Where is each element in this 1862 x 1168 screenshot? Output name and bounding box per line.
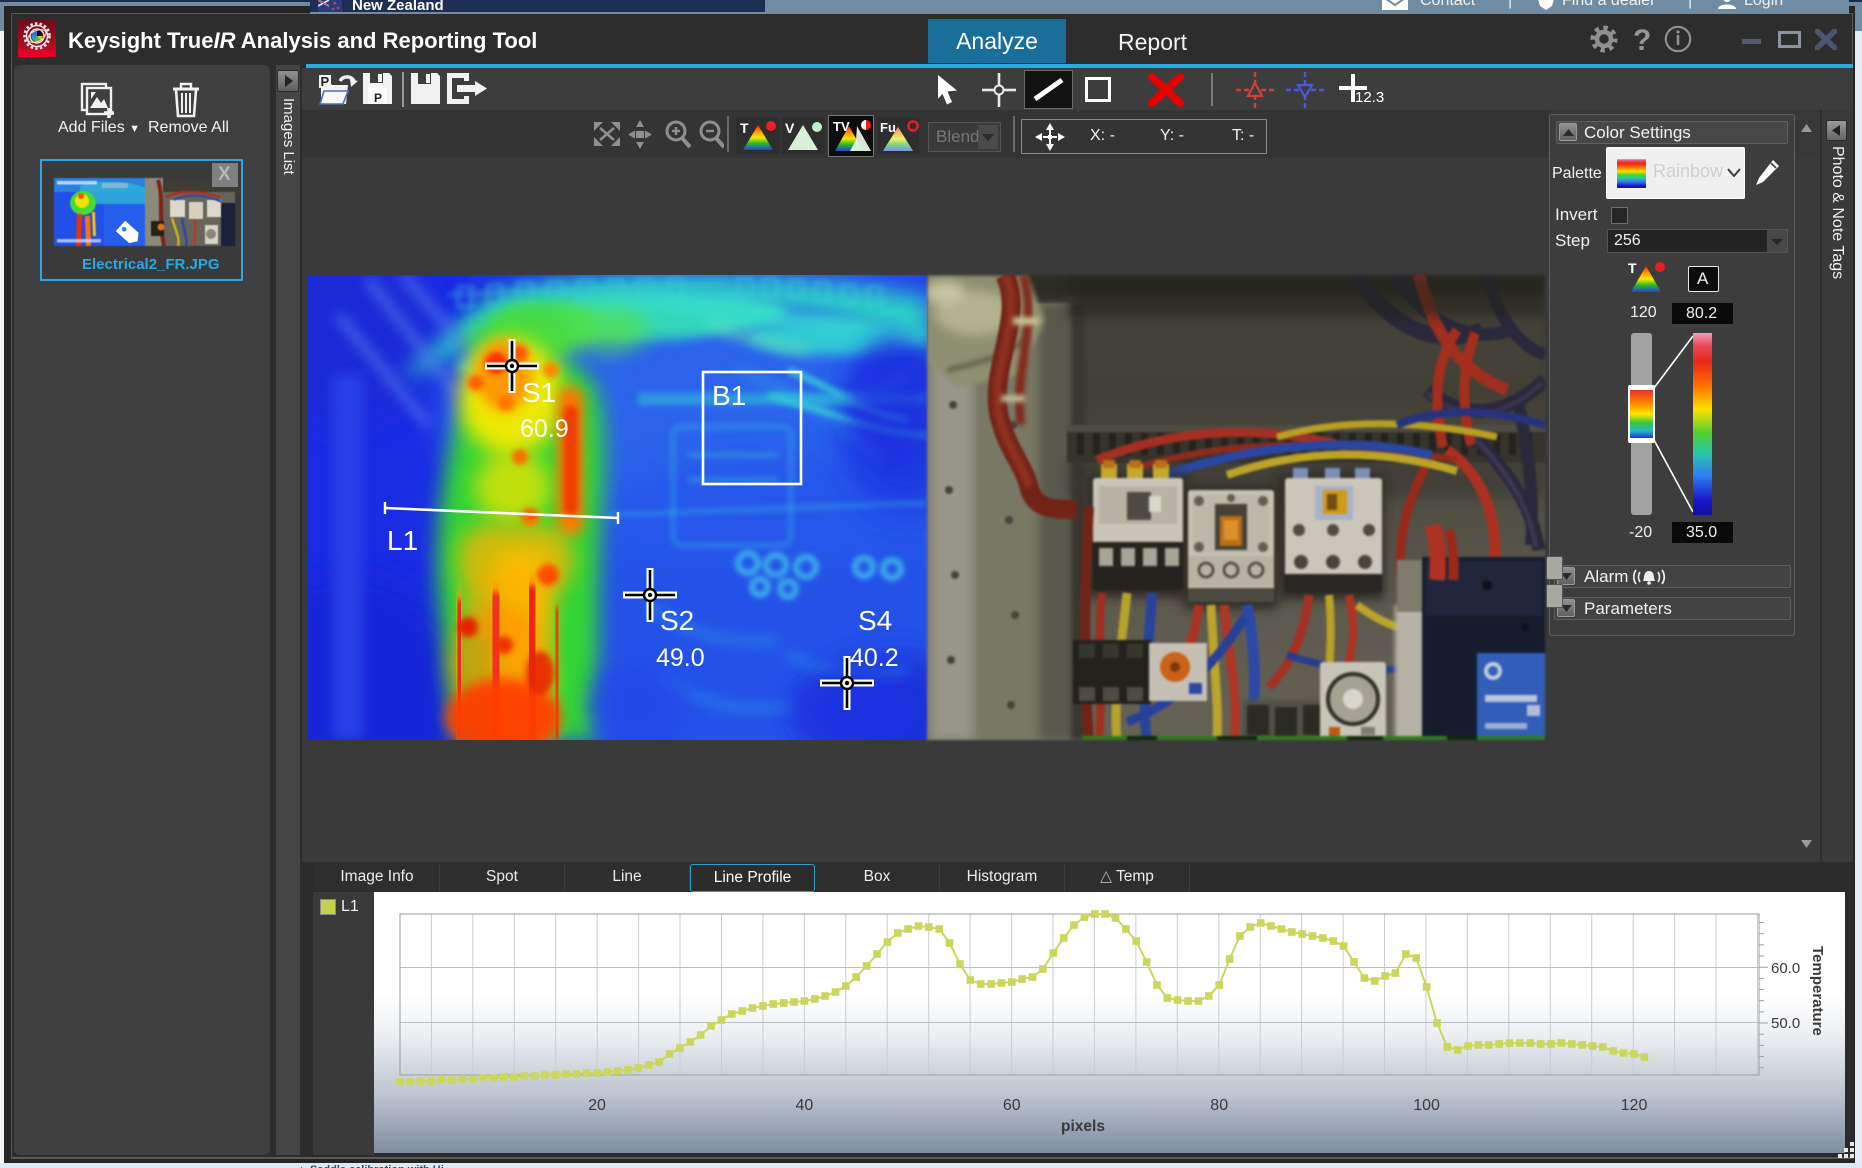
svg-text:P: P [374, 91, 382, 105]
svg-text:Fu: Fu [880, 120, 896, 135]
svg-text:?: ? [1633, 24, 1651, 55]
svg-text:S4: S4 [858, 605, 892, 636]
svg-text:80: 80 [1210, 1097, 1228, 1114]
svg-text:49.0: 49.0 [656, 644, 705, 672]
svg-text:40.2: 40.2 [850, 644, 899, 672]
svg-text:60.9: 60.9 [520, 415, 569, 443]
svg-text:20: 20 [588, 1097, 606, 1114]
svg-text:L1: L1 [387, 525, 418, 556]
svg-text:P: P [321, 74, 330, 89]
svg-text:Temperature: Temperature [1809, 946, 1826, 1036]
svg-text:B1: B1 [712, 380, 746, 411]
svg-text:60.0: 60.0 [1771, 960, 1800, 977]
svg-text:S2: S2 [660, 605, 694, 636]
svg-text:pixels: pixels [1061, 1118, 1105, 1135]
svg-text:40: 40 [796, 1097, 814, 1114]
svg-text:50.0: 50.0 [1771, 1015, 1800, 1032]
svg-text:60: 60 [1003, 1097, 1021, 1114]
svg-text:TV: TV [833, 119, 850, 134]
svg-text:120: 120 [1621, 1097, 1648, 1114]
svg-text:T: T [740, 120, 749, 136]
svg-text:100: 100 [1413, 1097, 1440, 1114]
svg-text:S1: S1 [522, 377, 556, 408]
svg-text:T: T [1628, 261, 1637, 276]
svg-text:V: V [785, 120, 795, 136]
